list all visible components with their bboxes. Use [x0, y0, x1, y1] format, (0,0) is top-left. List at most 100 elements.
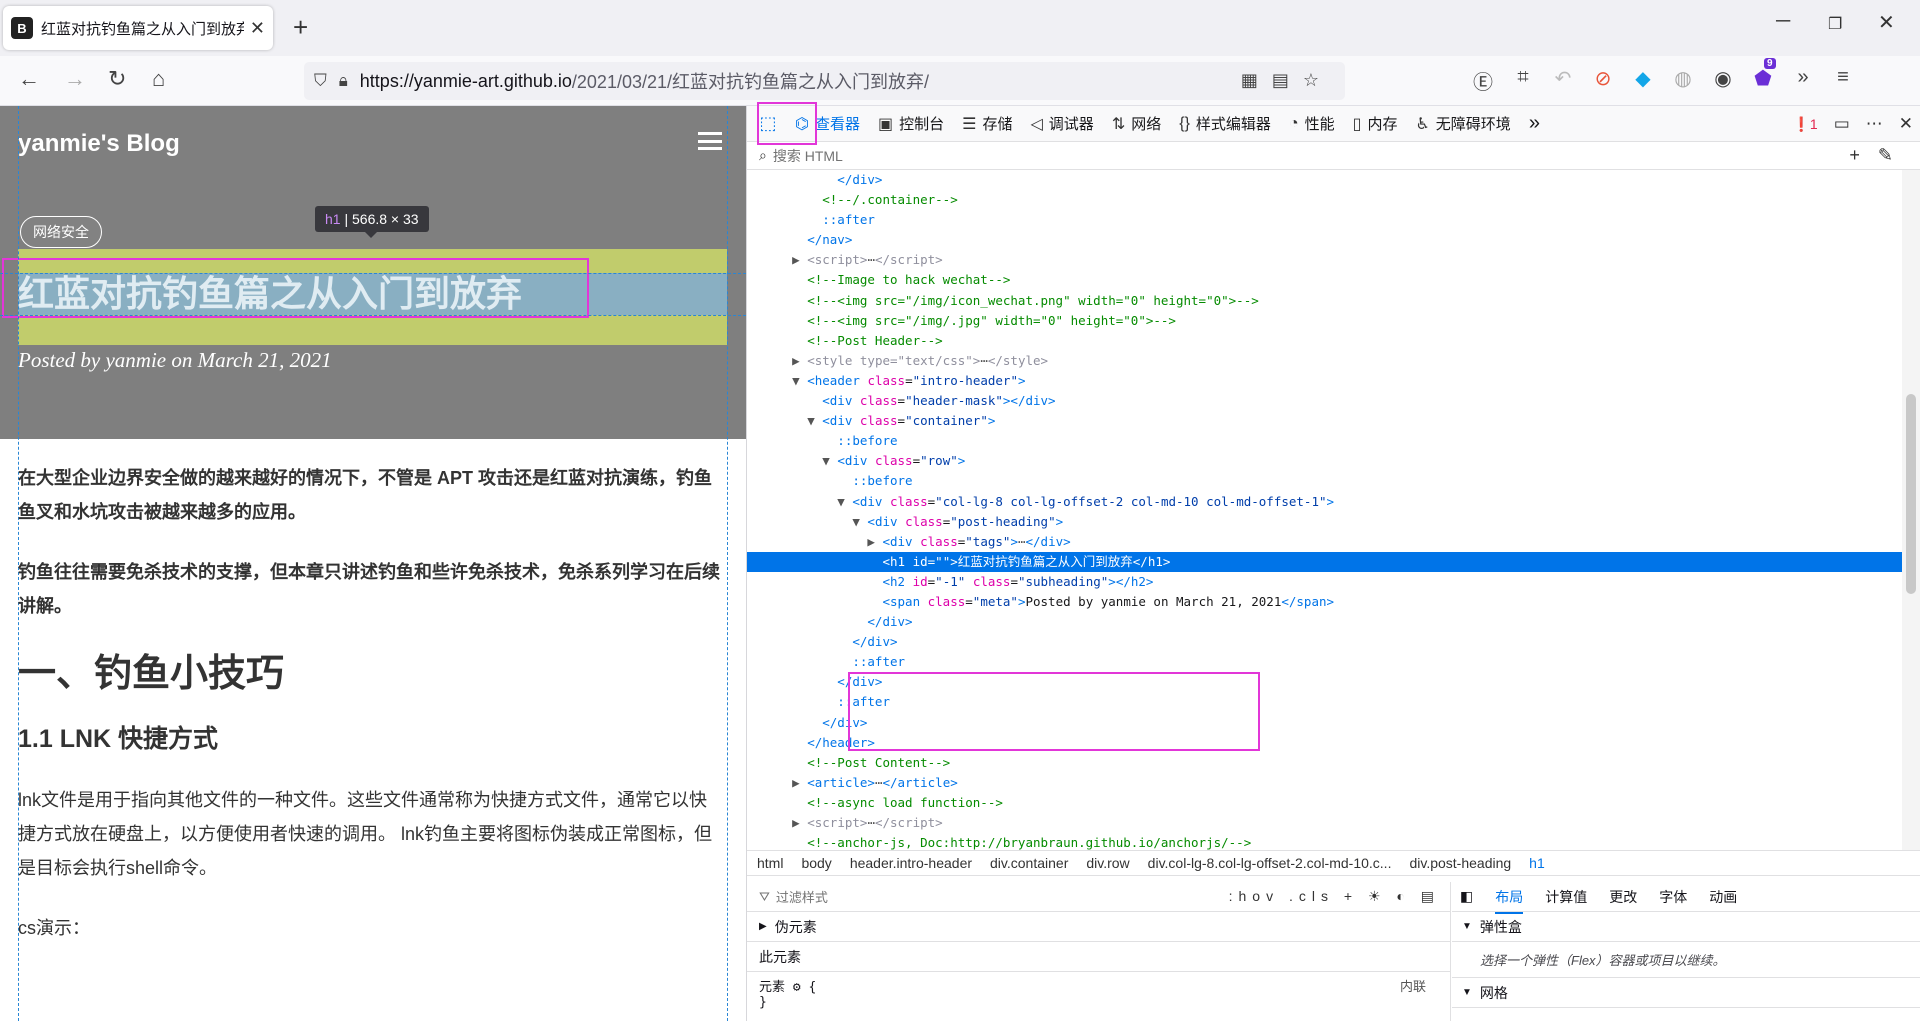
tab-layout[interactable]: 布局	[1495, 887, 1524, 914]
bookmark-star-icon[interactable]: ☆	[1303, 70, 1333, 90]
eyedropper-icon[interactable]: ✎	[1878, 145, 1911, 165]
markup-line[interactable]: <!--anchor-js, Doc:http://bryanbraun.git…	[747, 833, 1903, 850]
home-icon[interactable]: ⌂	[152, 66, 165, 92]
breadcrumb-item-current[interactable]: h1	[1529, 855, 1545, 871]
minimize-icon[interactable]: ─	[1776, 10, 1790, 33]
tab-console[interactable]: ▣ 控制台	[878, 113, 944, 134]
styles-filter-input[interactable]: ⛛ 过滤样式 :hov .cls + ☀ ◐ ▤	[747, 882, 1450, 912]
forward-icon[interactable]: →	[64, 66, 86, 92]
tab-memory[interactable]: ▯ 内存	[1353, 113, 1398, 134]
more-options-icon[interactable]: ⋯	[1866, 114, 1883, 134]
add-node-icon[interactable]: +	[1849, 145, 1878, 165]
close-devtools-icon[interactable]: ✕	[1899, 114, 1913, 134]
markup-line[interactable]: </div>	[747, 170, 1903, 190]
window-close-icon[interactable]: ✕	[1878, 10, 1895, 35]
qr-code-icon[interactable]: ▦	[1241, 70, 1272, 90]
cookie-icon[interactable]: ◉	[1710, 66, 1736, 95]
markup-line[interactable]: ▼ <div class="container">	[747, 411, 1903, 431]
markup-line[interactable]: <!--Image to hack wechat-->	[747, 270, 1903, 290]
tab-fonts[interactable]: 字体	[1659, 887, 1687, 907]
pseudo-elements-section[interactable]: ▶ 伪元素	[747, 912, 1450, 942]
tab-style-editor[interactable]: {} 样式编辑器	[1179, 113, 1271, 134]
breadcrumb-item[interactable]: html	[757, 855, 783, 871]
breadcrumb-item[interactable]: div.container	[990, 855, 1068, 871]
breadcrumb-item[interactable]: div.post-heading	[1409, 855, 1511, 871]
light-mode-icon[interactable]: ☀	[1368, 888, 1387, 904]
undo-icon[interactable]: ↶	[1550, 66, 1576, 95]
markup-line[interactable]: ▼ <div class="row">	[747, 451, 1903, 471]
markup-line[interactable]: </div>	[747, 612, 1903, 632]
markup-line[interactable]: ::before	[747, 471, 1903, 491]
markup-line[interactable]: </div>	[747, 632, 1903, 652]
error-count-badge[interactable]: ❗1	[1792, 116, 1817, 133]
tracking-shield-icon[interactable]: ⛉	[314, 71, 327, 91]
scrollbar-thumb[interactable]	[1906, 394, 1916, 594]
markup-line[interactable]: <h2 id="-1" class="subheading"></h2>	[747, 572, 1903, 592]
tab-performance[interactable]: ◔ 性能	[1289, 113, 1335, 134]
more-tools-chevron-icon[interactable]: »	[1529, 112, 1540, 135]
sidebar-toggle-icon[interactable]: ◧	[1460, 888, 1473, 905]
print-media-icon[interactable]: ▤	[1421, 888, 1440, 904]
blocker-icon[interactable]: ⊘	[1590, 66, 1616, 95]
breadcrumb-item[interactable]: div.row	[1086, 855, 1129, 871]
markup-line[interactable]: <span class="meta">Posted by yanmie on M…	[747, 592, 1903, 612]
breadcrumb-item[interactable]: header.intro-header	[850, 855, 972, 871]
element-rule[interactable]: 元素 ⚙ {内联}	[747, 972, 1450, 1014]
markup-line[interactable]: ::before	[747, 431, 1903, 451]
menu-hamburger-icon[interactable]: ≡	[1830, 66, 1856, 95]
grid-section[interactable]: ▼ 网格	[1452, 978, 1920, 1008]
markup-line[interactable]: <!--async load function-->	[747, 793, 1903, 813]
hamburger-menu-icon[interactable]	[698, 132, 722, 150]
markup-view[interactable]: </div> <!--/.container--> ::after </nav>…	[747, 170, 1903, 850]
hackbar-icon[interactable]: ⬟ 9	[1750, 58, 1776, 95]
breadcrumb-item[interactable]: div.col-lg-8.col-lg-offset-2.col-md-10.c…	[1148, 855, 1392, 871]
markup-line[interactable]: <!--<img src="/img/icon_wechat.png" widt…	[747, 291, 1903, 311]
hov-toggle[interactable]: :hov	[1229, 888, 1279, 904]
cls-toggle[interactable]: .cls	[1289, 888, 1334, 904]
crop-icon[interactable]: ⌗	[1510, 66, 1536, 95]
markup-line-selected[interactable]: <h1 id="">红蓝对抗钓鱼篇之从入门到放弃</h1>	[747, 551, 1903, 572]
tab-changes[interactable]: 更改	[1609, 887, 1637, 907]
browser-tab[interactable]: B 红蓝对抗钓鱼篇之从入门到放弃 ✕	[3, 6, 273, 50]
markup-line[interactable]: <div class="header-mask"></div>	[747, 391, 1903, 411]
tab-computed[interactable]: 计算值	[1545, 887, 1587, 907]
tab-animations[interactable]: 动画	[1709, 887, 1737, 907]
wappalyzer-icon[interactable]: ◆	[1630, 66, 1656, 95]
tab-network[interactable]: ⇅ 网络	[1112, 113, 1161, 134]
add-rule-icon[interactable]: +	[1344, 888, 1358, 904]
tab-close-icon[interactable]: ✕	[250, 18, 265, 39]
markup-line[interactable]: ::after	[747, 652, 1903, 672]
breadcrumb-item[interactable]: body	[801, 855, 831, 871]
reload-icon[interactable]: ↻	[108, 66, 126, 92]
tab-accessibility[interactable]: ♿ 无障碍环境	[1415, 113, 1510, 134]
markup-line[interactable]: <!--Post Content-->	[747, 753, 1903, 773]
markup-line[interactable]: ▶ <script>⋯</script>	[747, 813, 1903, 833]
markup-line[interactable]: ▼ <header class="intro-header">	[747, 371, 1903, 391]
markup-line[interactable]: ▼ <div class="col-lg-8 col-lg-offset-2 c…	[747, 492, 1903, 512]
site-brand[interactable]: yanmie's Blog	[18, 130, 180, 158]
new-tab-icon[interactable]: +	[293, 12, 308, 43]
restore-icon[interactable]: ❐	[1828, 14, 1842, 34]
globe-icon[interactable]: ◍	[1670, 66, 1696, 95]
reader-view-icon[interactable]: ▤	[1272, 70, 1303, 90]
markup-line[interactable]: <!--Post Header-->	[747, 331, 1903, 351]
back-icon[interactable]: ←	[18, 66, 40, 92]
overflow-chevron-icon[interactable]: »	[1790, 66, 1816, 95]
responsive-design-icon[interactable]: ▭	[1834, 114, 1850, 134]
markup-line[interactable]: ::after	[747, 210, 1903, 230]
url-bar[interactable]: ⛉ 🔒︎ https://yanmie-art.github.io /2021/…	[304, 62, 1345, 100]
markup-line[interactable]: <!--/.container-->	[747, 190, 1903, 210]
markup-line[interactable]: ▶ <div class="tags">⋯</div>	[747, 532, 1903, 552]
markup-line[interactable]: ▶ <article>⋯</article>	[747, 773, 1903, 793]
markup-line[interactable]: ▶ <script>⋯</script>	[747, 250, 1903, 270]
flexbox-section[interactable]: ▼ 弹性盒	[1452, 912, 1920, 942]
markup-line[interactable]: ▼ <div class="post-heading">	[747, 512, 1903, 532]
extension-e-icon[interactable]: Ⓔ	[1470, 66, 1496, 95]
dark-mode-icon[interactable]: ◐	[1396, 888, 1410, 904]
tab-storage[interactable]: ☰ 存储	[962, 113, 1012, 134]
markup-line[interactable]: <!--<img src="/img/.jpg" width="0" heigh…	[747, 311, 1903, 331]
markup-scrollbar[interactable]	[1902, 170, 1920, 850]
lock-icon[interactable]: 🔒︎	[339, 71, 348, 91]
html-search-field[interactable]: ⌕ 搜索 HTML +✎	[747, 142, 1920, 170]
post-tag[interactable]: 网络安全	[20, 216, 102, 248]
